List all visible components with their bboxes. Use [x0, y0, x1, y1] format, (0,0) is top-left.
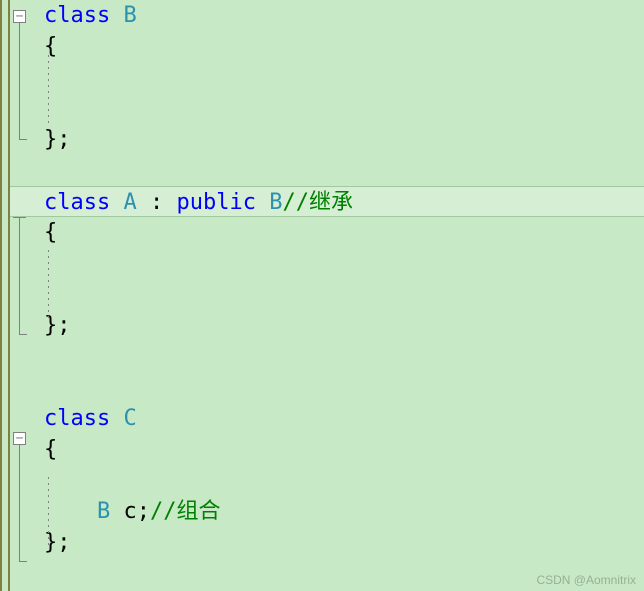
code-line: {: [40, 217, 644, 248]
code-editor[interactable]: class B { }; class A : public B//继承 { };…: [40, 0, 644, 558]
code-line: {: [40, 434, 644, 465]
keyword-public: public: [176, 190, 255, 215]
code-line: {: [40, 31, 644, 62]
indent-guide: [48, 250, 49, 320]
indent-guide: [48, 477, 49, 547]
fold-region: − − −: [10, 0, 40, 591]
class-name-b: B: [123, 3, 136, 28]
fold-end: [19, 139, 27, 140]
indent-guide: [48, 55, 49, 125]
brace-open: {: [44, 437, 57, 462]
fold-line: [19, 23, 20, 139]
code-line: class B: [40, 0, 644, 31]
brace-open: {: [44, 220, 57, 245]
code-line: [40, 155, 644, 186]
keyword-class: class: [44, 3, 110, 28]
gutter-margin: [0, 0, 10, 591]
code-line: [40, 62, 644, 93]
class-name-a: A: [123, 190, 136, 215]
code-line: [40, 248, 644, 279]
member-type: B: [97, 499, 110, 524]
code-line: };: [40, 310, 644, 341]
code-line: [40, 372, 644, 403]
brace-open: {: [44, 34, 57, 59]
code-line: [40, 93, 644, 124]
code-line: };: [40, 124, 644, 155]
code-line: [40, 341, 644, 372]
code-line: B c;//组合: [40, 496, 644, 527]
keyword-class: class: [44, 406, 110, 431]
fold-end: [19, 334, 27, 335]
brace-close: };: [44, 127, 71, 152]
code-line: class C: [40, 403, 644, 434]
code-line: [40, 465, 644, 496]
base-class: B: [269, 190, 282, 215]
comment-inherit: //继承: [282, 190, 353, 215]
fold-toggle-class-c[interactable]: −: [13, 432, 26, 445]
member-decl: c;: [110, 499, 150, 524]
fold-toggle-class-b[interactable]: −: [13, 10, 26, 23]
keyword-class: class: [44, 190, 110, 215]
class-name-c: C: [123, 406, 136, 431]
watermark: CSDN @Aomnitrix: [536, 573, 636, 587]
fold-end: [19, 561, 27, 562]
fold-line: [19, 218, 20, 334]
code-line-highlighted: class A : public B//继承: [10, 186, 644, 217]
code-line: [40, 279, 644, 310]
fold-line: [19, 445, 20, 561]
comment-compose: //组合: [150, 499, 221, 524]
code-line: };: [40, 527, 644, 558]
